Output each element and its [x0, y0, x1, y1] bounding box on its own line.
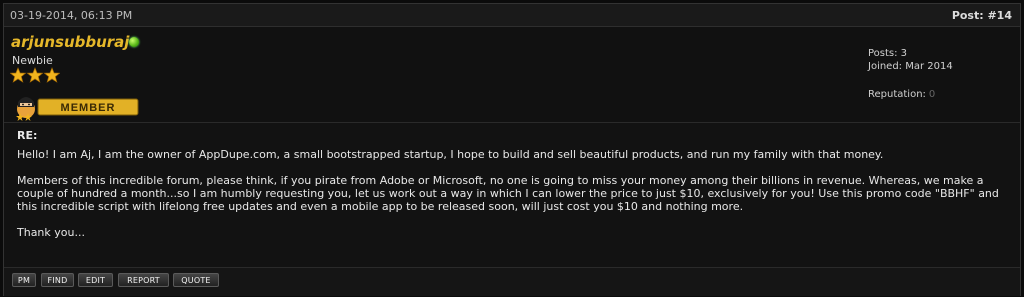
post-paragraph: Thank you...	[17, 226, 85, 239]
pm-button[interactable]: PM	[12, 273, 36, 287]
post-actions-bar: PM FIND EDIT REPORT QUOTE	[4, 267, 1020, 296]
post-number-link[interactable]: Post: #14	[952, 9, 1012, 22]
post-body: RE: Hello! I am Aj, I am the owner of Ap…	[4, 123, 1020, 239]
post-date: 03-19-2014, 06:13 PM	[10, 8, 133, 22]
rank-stars	[10, 67, 60, 83]
online-status-icon	[129, 37, 139, 47]
edit-button[interactable]: EDIT	[78, 273, 113, 287]
user-title: Newbie	[12, 54, 53, 67]
star-icon	[43, 67, 60, 83]
rank-badge-text: MEMBER	[61, 102, 116, 114]
member-rank-badge: MEMBER	[16, 97, 139, 121]
join-date: Joined: Mar 2014	[868, 61, 953, 72]
reputation-label: Reputation:	[868, 89, 926, 100]
find-button[interactable]: FIND	[41, 273, 74, 287]
post-paragraph: Hello! I am Aj, I am the owner of AppDup…	[17, 148, 884, 161]
post-header: 03-19-2014, 06:13 PM Post: #14	[4, 4, 1020, 27]
quote-button[interactable]: QUOTE	[173, 273, 219, 287]
post-count: Posts: 3	[868, 48, 908, 59]
user-info-panel: arjunsubburaj Newbie MEMBER Posts: 3 Joi…	[4, 27, 1020, 123]
reputation-value[interactable]: 0	[929, 89, 935, 100]
report-button[interactable]: REPORT	[118, 273, 169, 287]
post-subject: RE:	[17, 129, 38, 142]
user-stats: Posts: 3 Joined: Mar 2014 Reputation: 0	[868, 47, 953, 101]
username-link[interactable]: arjunsubburaj	[11, 33, 129, 51]
star-icon	[26, 67, 44, 83]
reputation-row: Reputation: 0	[868, 88, 953, 101]
forum-post: 03-19-2014, 06:13 PM Post: #14 arjunsubb…	[3, 3, 1021, 296]
post-paragraph: Members of this incredible forum, please…	[17, 174, 999, 213]
star-icon	[10, 67, 27, 83]
